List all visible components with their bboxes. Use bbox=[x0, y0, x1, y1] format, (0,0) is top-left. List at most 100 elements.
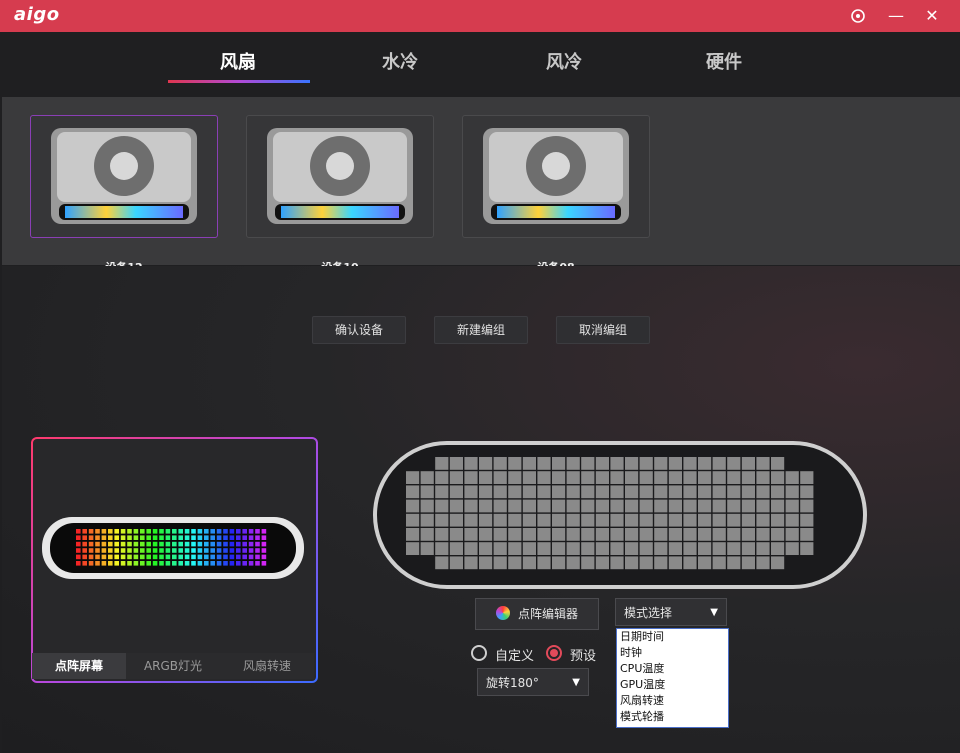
matrix-cell[interactable] bbox=[683, 485, 696, 498]
mode-option[interactable]: 风扇转速 bbox=[617, 693, 728, 709]
matrix-cell[interactable] bbox=[800, 471, 813, 484]
matrix-cell[interactable] bbox=[727, 556, 740, 569]
mode-option[interactable]: 日期时间 bbox=[617, 629, 728, 645]
matrix-cell[interactable] bbox=[698, 556, 711, 569]
matrix-cell[interactable] bbox=[654, 542, 667, 555]
matrix-cell[interactable] bbox=[596, 514, 609, 527]
matrix-cell[interactable] bbox=[479, 556, 492, 569]
matrix-cell[interactable] bbox=[713, 500, 726, 513]
matrix-cell[interactable] bbox=[654, 500, 667, 513]
matrix-cell[interactable] bbox=[742, 471, 755, 484]
matrix-cell[interactable] bbox=[610, 514, 623, 527]
matrix-cell[interactable] bbox=[683, 556, 696, 569]
preset-radio[interactable] bbox=[546, 645, 562, 661]
matrix-cell[interactable] bbox=[596, 542, 609, 555]
matrix-cell[interactable] bbox=[610, 471, 623, 484]
matrix-cell[interactable] bbox=[508, 485, 521, 498]
matrix-cell[interactable] bbox=[421, 500, 434, 513]
matrix-cell[interactable] bbox=[406, 485, 419, 498]
matrix-cell[interactable] bbox=[435, 500, 448, 513]
matrix-cell[interactable] bbox=[727, 542, 740, 555]
matrix-cell[interactable] bbox=[742, 556, 755, 569]
matrix-cell[interactable] bbox=[698, 542, 711, 555]
custom-radio[interactable] bbox=[471, 645, 487, 661]
matrix-cell[interactable] bbox=[742, 528, 755, 541]
matrix-cell[interactable] bbox=[581, 485, 594, 498]
matrix-cell[interactable] bbox=[435, 542, 448, 555]
matrix-cell[interactable] bbox=[567, 500, 580, 513]
matrix-cell[interactable] bbox=[698, 514, 711, 527]
matrix-cell[interactable] bbox=[435, 471, 448, 484]
matrix-cell[interactable] bbox=[596, 457, 609, 470]
dot-matrix-editor-button[interactable]: 点阵编辑器 bbox=[475, 598, 599, 630]
matrix-cell[interactable] bbox=[756, 556, 769, 569]
matrix-cell[interactable] bbox=[552, 514, 565, 527]
tab-fan-speed[interactable]: 风扇转速 bbox=[220, 653, 314, 679]
matrix-cell[interactable] bbox=[435, 457, 448, 470]
matrix-cell[interactable] bbox=[450, 457, 463, 470]
matrix-cell[interactable] bbox=[552, 485, 565, 498]
matrix-cell[interactable] bbox=[727, 457, 740, 470]
matrix-cell[interactable] bbox=[713, 556, 726, 569]
matrix-cell[interactable] bbox=[727, 514, 740, 527]
matrix-cell[interactable] bbox=[654, 514, 667, 527]
matrix-cell[interactable] bbox=[771, 542, 784, 555]
matrix-cell[interactable] bbox=[669, 556, 682, 569]
matrix-cell[interactable] bbox=[523, 528, 536, 541]
matrix-cell[interactable] bbox=[581, 471, 594, 484]
matrix-cell[interactable] bbox=[552, 500, 565, 513]
matrix-cell[interactable] bbox=[552, 528, 565, 541]
mode-option[interactable]: 时钟 bbox=[617, 645, 728, 661]
matrix-cell[interactable] bbox=[640, 485, 653, 498]
cancel-group-button[interactable]: 取消编组 bbox=[556, 316, 650, 344]
matrix-cell[interactable] bbox=[713, 471, 726, 484]
matrix-cell[interactable] bbox=[523, 542, 536, 555]
matrix-cell[interactable] bbox=[435, 485, 448, 498]
device-card-08[interactable]: 设备08 bbox=[462, 115, 650, 238]
matrix-cell[interactable] bbox=[581, 528, 594, 541]
matrix-cell[interactable] bbox=[581, 500, 594, 513]
matrix-cell[interactable] bbox=[756, 528, 769, 541]
matrix-cell[interactable] bbox=[450, 471, 463, 484]
matrix-cell[interactable] bbox=[537, 485, 550, 498]
matrix-cell[interactable] bbox=[464, 528, 477, 541]
tab-air-cooling[interactable]: 风冷 bbox=[494, 48, 634, 74]
matrix-cell[interactable] bbox=[494, 556, 507, 569]
matrix-cell[interactable] bbox=[771, 471, 784, 484]
matrix-cell[interactable] bbox=[596, 485, 609, 498]
matrix-cell[interactable] bbox=[406, 471, 419, 484]
matrix-cell[interactable] bbox=[756, 471, 769, 484]
matrix-cell[interactable] bbox=[771, 556, 784, 569]
settings-button[interactable] bbox=[848, 6, 868, 26]
matrix-cell[interactable] bbox=[742, 514, 755, 527]
matrix-cell[interactable] bbox=[581, 514, 594, 527]
matrix-cell[interactable] bbox=[683, 514, 696, 527]
matrix-cell[interactable] bbox=[523, 485, 536, 498]
matrix-cell[interactable] bbox=[537, 457, 550, 470]
matrix-cell[interactable] bbox=[479, 471, 492, 484]
matrix-cell[interactable] bbox=[625, 556, 638, 569]
matrix-cell[interactable] bbox=[464, 514, 477, 527]
matrix-cell[interactable] bbox=[727, 485, 740, 498]
matrix-cell[interactable] bbox=[713, 514, 726, 527]
matrix-cell[interactable] bbox=[698, 471, 711, 484]
matrix-cell[interactable] bbox=[406, 542, 419, 555]
matrix-cell[interactable] bbox=[479, 528, 492, 541]
matrix-cell[interactable] bbox=[450, 556, 463, 569]
matrix-cell[interactable] bbox=[523, 514, 536, 527]
matrix-cell[interactable] bbox=[552, 457, 565, 470]
matrix-cell[interactable] bbox=[713, 542, 726, 555]
matrix-cell[interactable] bbox=[683, 471, 696, 484]
matrix-cell[interactable] bbox=[421, 542, 434, 555]
matrix-cell[interactable] bbox=[479, 500, 492, 513]
matrix-cell[interactable] bbox=[464, 457, 477, 470]
matrix-cell[interactable] bbox=[523, 500, 536, 513]
matrix-cell[interactable] bbox=[610, 457, 623, 470]
matrix-cell[interactable] bbox=[596, 556, 609, 569]
matrix-cell[interactable] bbox=[610, 556, 623, 569]
matrix-cell[interactable] bbox=[625, 514, 638, 527]
matrix-cell[interactable] bbox=[771, 485, 784, 498]
matrix-cell[interactable] bbox=[450, 542, 463, 555]
matrix-cell[interactable] bbox=[786, 514, 799, 527]
matrix-cell[interactable] bbox=[742, 457, 755, 470]
